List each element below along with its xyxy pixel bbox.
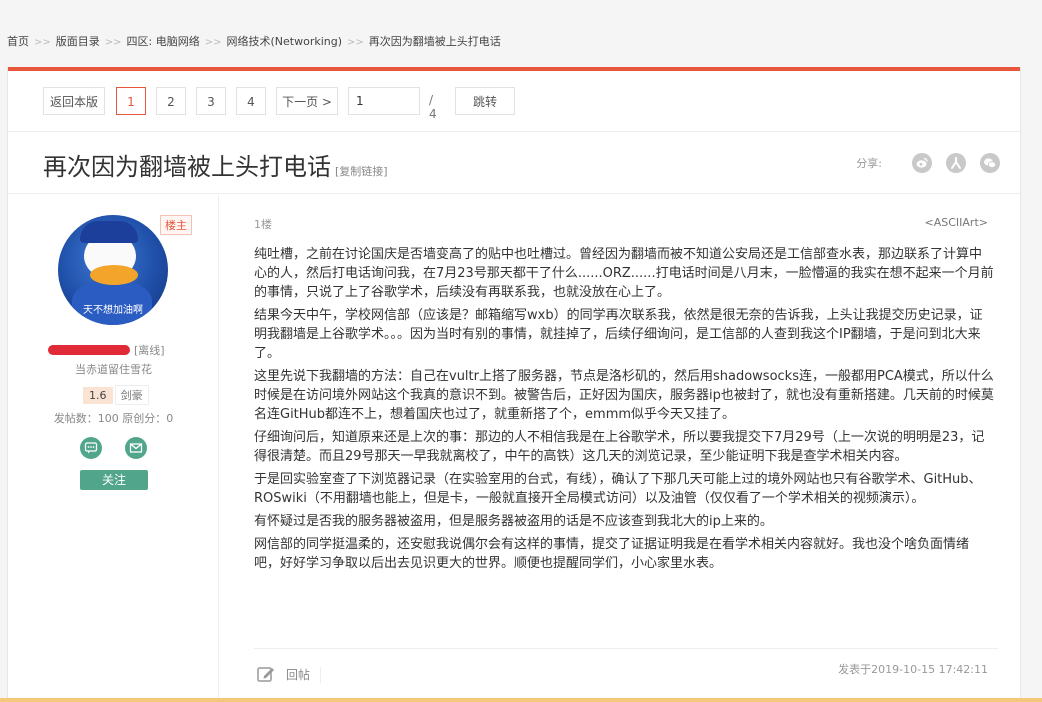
breadcrumb: 首页 >> 版面目录 >> 四区: 电脑网络 >> 网络技术(Networking) >> 再次… xyxy=(7,33,501,49)
reply-label: 回帖 xyxy=(286,667,311,682)
avatar-caption: 天不想加油啊 xyxy=(83,305,143,316)
user-level-name: 剑豪 xyxy=(114,385,149,405)
post-paragraph: 这里先说下我翻墙的方法：自己在vultr上搭了服务器，节点是洛杉矶的，然后用sh… xyxy=(254,369,994,422)
post-paragraph: 纯吐槽，之前在讨论国庆是否墙变高了的贴中也吐槽过。曾经因为翻墙而被不知道公安局还… xyxy=(254,247,994,300)
page-number-input[interactable] xyxy=(348,87,420,115)
level-row: 1.6 剑豪 xyxy=(83,384,149,405)
edit-icon xyxy=(257,667,274,682)
breadcrumb-separator: >> xyxy=(347,37,364,48)
next-page-button[interactable]: 下一页 > xyxy=(276,87,338,115)
reply-separator xyxy=(320,667,321,683)
author-actions xyxy=(80,437,165,463)
message-icon[interactable] xyxy=(80,437,102,459)
redacted-username xyxy=(48,344,130,355)
wechat-icon[interactable] xyxy=(980,153,1000,173)
breadcrumb-section[interactable]: 四区: 电脑网络 xyxy=(127,35,200,48)
post-paragraph: 结果今天中午，学校网信部（应该是？邮箱缩写wxb）的同学再次联系我，依然是很无奈… xyxy=(254,308,983,361)
avatar-figure-hat xyxy=(80,221,138,243)
jump-button[interactable]: 跳转 xyxy=(455,87,515,115)
page-2-button[interactable]: 2 xyxy=(156,87,186,115)
online-status: [离线] xyxy=(134,344,165,357)
mail-icon[interactable] xyxy=(125,437,148,459)
post-paragraph: 仔细询问后，知道原来还是上次的事：那边的人不相信我是在上谷歌学术，所以要我提交下… xyxy=(254,430,985,464)
follow-button[interactable]: 关注 xyxy=(80,470,148,490)
post-body: 1楼 <ASCIIArt> 纯吐槽，之前在讨论国庆是否墙变高了的贴中也吐槽过。曾… xyxy=(254,195,998,702)
post-content: 纯吐槽，之前在讨论国庆是否墙变高了的贴中也吐槽过。曾经因为翻墙而被不知道公安局还… xyxy=(254,245,994,577)
share-label: 分享: xyxy=(856,157,882,170)
divider xyxy=(8,131,1020,132)
post-paragraph: 网信部的同学挺温柔的，还安慰我说偶尔会有这样的事情，提交了证据证明我是在看学术相… xyxy=(254,537,970,571)
breadcrumb-board[interactable]: 网络技术(Networking) xyxy=(227,35,343,48)
back-to-board-button[interactable]: 返回本版 xyxy=(43,87,105,115)
post-paragraph: 于是回实验室查了下浏览器记录（在实验室用的台式，有线），确认了下那几天可能上过的… xyxy=(254,472,982,506)
avatar[interactable]: 天不想加油啊 xyxy=(58,215,168,325)
page-3-button[interactable]: 3 xyxy=(196,87,226,115)
page-4-button[interactable]: 4 xyxy=(236,87,266,115)
author-card: 天不想加油啊 楼主 [离线] 当赤道留住雪花 1.6 剑豪 发帖数：100 原创… xyxy=(8,195,219,702)
signature-tag: <ASCIIArt> xyxy=(924,216,988,229)
floor-number: 1楼 xyxy=(254,218,272,231)
breadcrumb-board-list[interactable]: 版面目录 xyxy=(56,35,100,48)
bottom-strip xyxy=(0,698,1042,702)
copy-link-button[interactable]: [复制链接] xyxy=(335,165,388,178)
post-footer-divider xyxy=(254,648,998,649)
user-stats: 发帖数：100 原创分：0 xyxy=(53,412,174,425)
breadcrumb-separator: >> xyxy=(34,37,51,48)
weibo-icon[interactable] xyxy=(912,153,932,173)
username-row: [离线] xyxy=(48,339,188,358)
breadcrumb-current: 再次因为翻墙被上头打电话 xyxy=(368,35,501,48)
breadcrumb-separator: >> xyxy=(204,37,222,48)
thread-panel: 返回本版 1 2 3 4 下一页 > / 4 跳转 再次因为翻墙被上头打电话 [复… xyxy=(7,67,1021,702)
breadcrumb-home[interactable]: 首页 xyxy=(7,35,29,48)
op-badge: 楼主 xyxy=(160,215,192,235)
thread-title: 再次因为翻墙被上头打电话 xyxy=(43,153,331,181)
user-level: 1.6 xyxy=(83,387,113,404)
renren-icon[interactable] xyxy=(946,153,966,173)
reply-button[interactable]: 回帖 xyxy=(256,664,310,684)
share-bar: 分享: xyxy=(856,153,1000,173)
page-total: / 4 xyxy=(429,93,437,121)
page-1-button[interactable]: 1 xyxy=(116,87,146,115)
accent-bar xyxy=(8,67,1020,71)
breadcrumb-separator: >> xyxy=(104,37,122,48)
post-timestamp: 发表于2019-10-15 17:42:11 xyxy=(838,663,988,676)
avatar-figure-beak xyxy=(90,265,138,285)
post-paragraph: 有怀疑过是否我的服务器被盗用，但是服务器被盗用的话是不应该查到我北大的ip上来的… xyxy=(254,514,773,529)
divider xyxy=(8,193,1020,194)
user-motto: 当赤道留住雪花 xyxy=(75,363,152,376)
title-row: 再次因为翻墙被上头打电话 [复制链接] xyxy=(43,147,388,182)
